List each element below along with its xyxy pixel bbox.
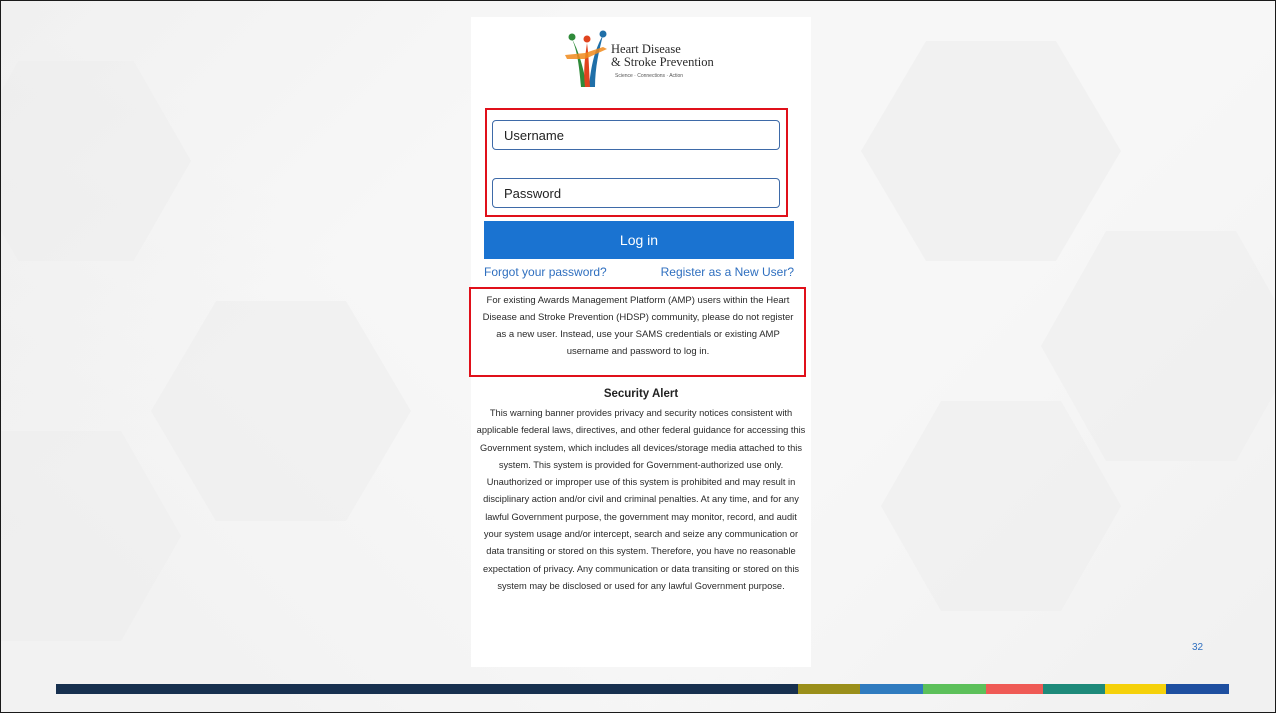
page-number: 32 <box>1192 642 1204 653</box>
people-figures-icon <box>565 30 607 87</box>
username-field[interactable] <box>492 120 780 150</box>
register-link[interactable]: Register as a New User? <box>661 265 794 279</box>
footer-bar-segment <box>1043 684 1105 694</box>
footer-bar-segment <box>798 684 860 694</box>
footer-bar-segment <box>1105 684 1166 694</box>
logo-tagline: Science · Connections · Action <box>615 73 684 79</box>
slide: Heart Disease & Stroke Prevention Scienc… <box>0 0 1276 713</box>
footer-bar-segment <box>923 684 986 694</box>
background-hexagon <box>1 431 181 641</box>
amp-users-notice: For existing Awards Management Platform … <box>482 295 794 357</box>
background-hexagon <box>1041 231 1275 461</box>
forgot-password-link[interactable]: Forgot your password? <box>484 265 607 279</box>
logo-line2: & Stroke Prevention <box>611 55 714 69</box>
background-hexagon <box>151 301 411 521</box>
login-button[interactable]: Log in <box>484 221 794 259</box>
credentials-highlight-box <box>485 108 788 217</box>
footer-bar-segment <box>56 684 798 694</box>
footer-bar-segment <box>986 684 1043 694</box>
background-hexagon <box>861 41 1121 261</box>
password-field[interactable] <box>492 178 780 208</box>
security-alert-title: Security Alert <box>603 388 679 400</box>
security-alert-body: This warning banner provides privacy and… <box>476 408 806 591</box>
login-panel: Heart Disease & Stroke Prevention Scienc… <box>469 17 811 667</box>
background-hexagon <box>881 401 1121 611</box>
hdsp-logo: Heart Disease & Stroke Prevention Scienc… <box>563 29 723 91</box>
footer-bar-segment <box>1166 684 1229 694</box>
background-hexagon <box>1 61 191 261</box>
footer-bar-segment <box>860 684 923 694</box>
